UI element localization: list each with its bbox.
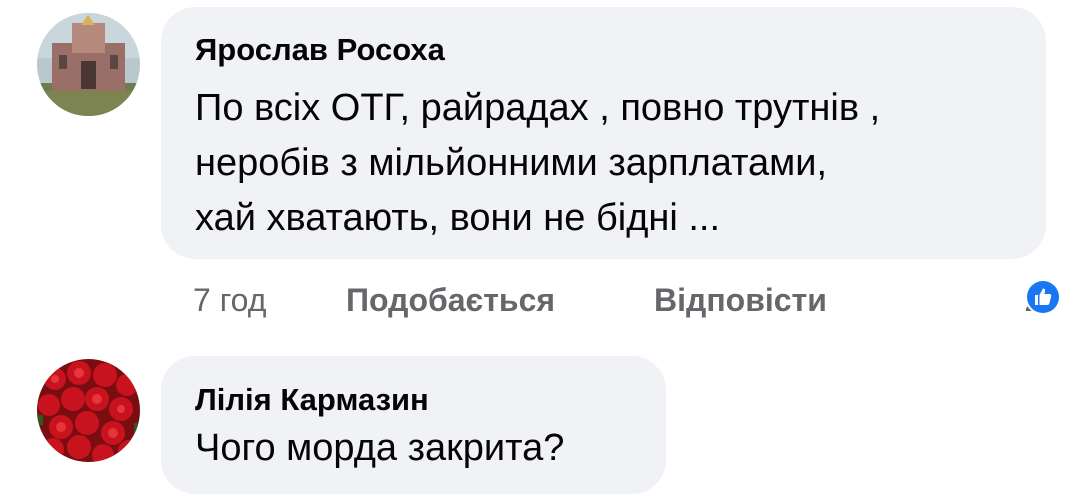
comment-text: Чого морда закрита?	[195, 421, 564, 476]
reply-button[interactable]: Відповісти	[654, 278, 827, 322]
comment-text-line: неробів з мільйонними зарплатами,	[195, 142, 828, 184]
comment-actions: 7 год Подобається Відповісти 2	[193, 278, 1062, 322]
reactions-summary[interactable]: 2	[1024, 278, 1062, 322]
comment-author[interactable]: Лілія Кармазин	[195, 384, 429, 415]
like-icon	[1024, 278, 1062, 316]
comment-time[interactable]: 7 год	[193, 278, 266, 322]
roses-avatar-image	[37, 359, 140, 462]
avatar[interactable]	[37, 13, 140, 116]
church-avatar-image	[37, 13, 140, 116]
comment-text-line: По всіх ОТГ, райрадах , повно трутнів ,	[195, 87, 881, 129]
comment-text-line: Чого морда закрита?	[195, 427, 565, 469]
comment-bubble: Лілія Кармазин Чого морда закрита?	[161, 356, 666, 494]
like-button[interactable]: Подобається	[346, 278, 555, 322]
avatar[interactable]	[37, 359, 140, 462]
comment-author[interactable]: Ярослав Росоха	[195, 34, 445, 65]
comment-text-line: хай хватають, вони не бідні ...	[195, 197, 721, 239]
comment-text: По всіх ОТГ, райрадах , повно трутнів , …	[195, 81, 880, 246]
comment-bubble: Ярослав Росоха По всіх ОТГ, райрадах , п…	[161, 7, 1046, 259]
comments-thread: Ярослав Росоха По всіх ОТГ, райрадах , п…	[0, 0, 1080, 495]
